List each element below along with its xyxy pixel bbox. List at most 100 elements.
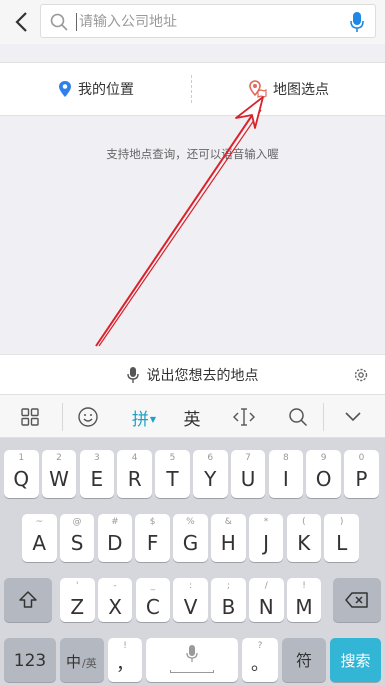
voice-input-bar[interactable]: 说出您想去的地点 [0,354,385,394]
key-label: Y [204,467,217,491]
key-label: L [336,531,348,555]
search-button[interactable] [276,395,320,439]
comma-key[interactable]: ! ， [108,638,142,682]
shift-key[interactable] [4,578,52,622]
key-l[interactable]: ) L [324,514,359,562]
location-options: 我的位置 地图选点 [0,62,385,116]
key-h[interactable]: & H [211,514,246,562]
my-location-label: 我的位置 [78,82,134,98]
location-pin-icon [59,81,71,97]
ime-toolbar: 拼 ▼ 英 [0,394,385,438]
key-label: J [263,531,269,555]
space-bar-glyph [170,670,214,673]
backspace-key[interactable] [333,578,381,622]
key-hint: 8 [282,453,289,463]
key-r[interactable]: 4R [117,450,152,498]
period-key-label: 。 [251,654,269,675]
key-a[interactable]: ~ A [22,514,57,562]
key-label: N [258,595,274,619]
symbol-key[interactable]: 符 [282,638,326,682]
key-label: H [220,531,236,555]
number-key[interactable]: 123 [4,638,56,682]
key-i[interactable]: 8I [268,450,304,498]
key-hint: : [189,581,193,591]
cursor-button[interactable] [222,395,266,439]
map-select-button[interactable]: 地图选点 [193,63,385,115]
key-label: X [108,595,122,619]
language-key-sub: /英 [82,657,97,670]
comma-key-label: ， [116,654,134,675]
caret-down-icon: ▼ [149,414,157,424]
key-o[interactable]: 9O [306,450,341,498]
key-p[interactable]: 0P [344,450,379,498]
comma-key-hint: ! [123,641,127,651]
search-icon [50,13,68,31]
key-c[interactable]: _ C [135,578,171,622]
key-hint: 5 [169,453,176,463]
key-v[interactable]: :V [173,578,208,622]
key-hint: 9 [320,453,327,463]
key-label: Z [70,595,85,619]
key-label: P [355,467,368,491]
key-j[interactable]: * J [248,514,284,562]
key-hint: ~ [35,517,44,527]
microphone-icon[interactable] [349,10,365,34]
english-label: 英 [183,409,201,430]
key-hint: - [113,581,117,591]
key-k[interactable]: (K [286,514,322,562]
emoji-icon [78,407,98,427]
key-x[interactable]: -X [97,578,133,622]
key-f[interactable]: $ F [135,514,170,562]
key-hint: 4 [131,453,138,463]
keyboard: 1Q2W3E4R5T6Y7U8I9O0P ~ A @ S # D $ F% G & H * J(K) L … [0,438,385,686]
key-g[interactable]: % G [173,514,208,562]
key-m[interactable]: ! M [286,578,322,622]
key-hint: 0 [358,453,365,463]
key-hint: / [264,581,268,591]
key-b[interactable]: ; B [211,578,246,622]
key-hint: $ [149,517,156,527]
key-hint: 3 [93,453,100,463]
chevron-left-icon[interactable] [10,8,34,36]
key-label: G [182,531,199,555]
search-key[interactable]: 搜索 [330,638,381,682]
key-t[interactable]: 5T [155,450,190,498]
key-label: T [166,467,179,491]
key-w[interactable]: 2W [41,450,77,498]
gear-icon[interactable] [353,367,369,383]
key-label: Q [13,467,30,491]
search-icon [289,408,308,427]
key-y[interactable]: 6Y [193,450,228,498]
key-u[interactable]: 7U [230,450,266,498]
key-hint: @ [72,517,82,527]
map-pin-icon [249,80,267,98]
divider [191,75,192,103]
emoji-button[interactable] [66,395,110,439]
pinyin-label: 拼 [131,409,149,430]
key-n[interactable]: / N [249,578,284,622]
key-label: C [145,595,160,619]
key-hint: ( [302,517,306,527]
period-key[interactable]: ? 。 [242,638,278,682]
key-hint: & [224,517,232,527]
my-location-button[interactable]: 我的位置 [0,63,192,115]
collapse-keyboard-button[interactable] [330,395,376,439]
key-label: D [107,531,123,555]
space-key[interactable] [146,638,238,682]
period-key-hint: ? [257,641,263,651]
key-label: W [49,467,69,491]
pinyin-button[interactable]: 拼 ▼ [122,395,166,439]
key-hint: # [111,517,119,527]
key-e[interactable]: 3E [79,450,115,498]
cursor-move-icon [233,408,255,426]
grid-button[interactable] [8,395,52,439]
key-q[interactable]: 1Q [4,450,39,498]
language-switch-key[interactable]: 中 /英 [60,638,104,682]
english-button[interactable]: 英 [170,395,214,439]
key-label: A [32,531,47,555]
key-z[interactable]: ' Z [60,578,95,622]
search-input[interactable]: 请输入公司地址 [40,4,376,38]
key-s[interactable]: @ S [59,514,95,562]
search-placeholder: 请输入公司地址 [79,14,177,30]
key-d[interactable]: # D [97,514,133,562]
